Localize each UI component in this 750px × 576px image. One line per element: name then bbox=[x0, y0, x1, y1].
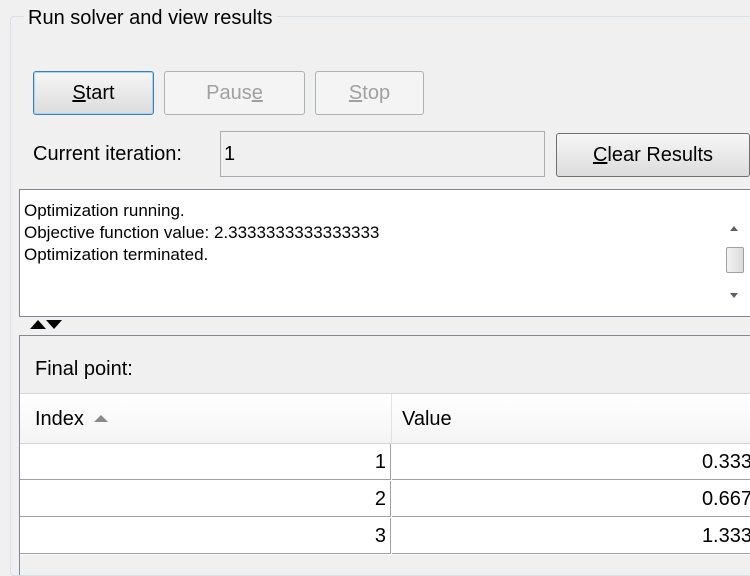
column-header-value-label: Value bbox=[402, 408, 452, 430]
column-header-value[interactable]: Value bbox=[392, 394, 750, 444]
scroll-down-icon[interactable] bbox=[730, 293, 738, 298]
clear-mnemonic: C bbox=[592, 143, 608, 166]
log-scrollbar[interactable] bbox=[725, 190, 745, 316]
clear-results-button[interactable]: Clear Results bbox=[556, 133, 750, 177]
start-button[interactable]: Start bbox=[33, 71, 154, 115]
current-iteration-field: 1 bbox=[220, 131, 545, 177]
pause-mnemonic: e bbox=[251, 81, 263, 104]
value-cell: 0.667 bbox=[392, 481, 750, 517]
current-iteration-value: 1 bbox=[224, 143, 236, 165]
log-line: Optimization terminated. bbox=[24, 245, 209, 264]
scroll-up-icon[interactable] bbox=[730, 226, 738, 231]
index-cell: 3 bbox=[20, 518, 391, 554]
scroll-thumb[interactable] bbox=[726, 247, 744, 273]
pause-button[interactable]: Paus e bbox=[164, 71, 305, 115]
start-label-rest: tart bbox=[85, 81, 115, 104]
log-line: Optimization running. bbox=[24, 201, 185, 220]
expand-down-icon[interactable] bbox=[46, 320, 62, 329]
stop-button[interactable]: Stop bbox=[315, 71, 424, 115]
value-cell: 0.333 bbox=[392, 444, 750, 480]
sort-ascending-icon bbox=[93, 415, 108, 422]
splitter-handle[interactable] bbox=[30, 318, 78, 330]
index-cell: 1 bbox=[20, 444, 391, 480]
log-lines: Optimization running. Objective function… bbox=[24, 200, 379, 266]
expand-up-icon[interactable] bbox=[30, 320, 46, 329]
table-row[interactable]: 2 0.667 bbox=[20, 481, 750, 518]
results-panel: Final point: Index Value 1 0.333 2 0.667… bbox=[19, 335, 750, 575]
stop-label-rest: top bbox=[362, 81, 391, 104]
log-line: Objective function value: 2.333333333333… bbox=[24, 223, 380, 242]
stop-mnemonic: S bbox=[348, 81, 363, 104]
index-cell: 2 bbox=[20, 481, 391, 517]
value-cell: 1.333 bbox=[392, 518, 750, 554]
status-log[interactable]: Optimization running. Objective function… bbox=[19, 189, 750, 317]
table-row[interactable]: 1 0.333 bbox=[20, 444, 750, 481]
start-mnemonic: S bbox=[72, 81, 86, 104]
column-header-index-label: Index bbox=[35, 408, 84, 430]
pause-label-pre: Paus bbox=[206, 81, 252, 104]
final-point-title: Final point: bbox=[35, 358, 133, 380]
table-row[interactable]: 3 1.333 bbox=[20, 518, 750, 555]
clear-label-rest: lear Results bbox=[607, 143, 714, 166]
column-header-index[interactable]: Index bbox=[20, 394, 392, 444]
current-iteration-label: Current iteration: bbox=[33, 143, 182, 165]
panel-title: Run solver and view results bbox=[24, 6, 277, 30]
